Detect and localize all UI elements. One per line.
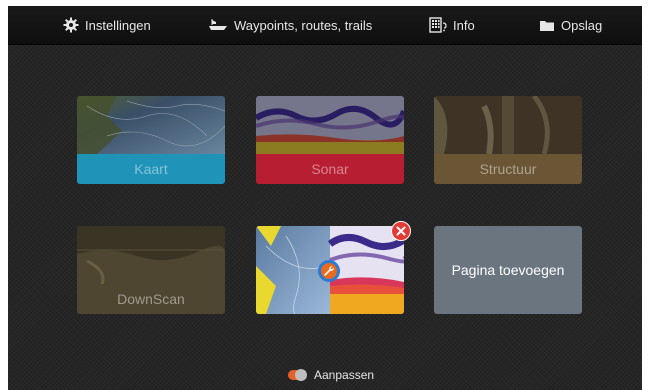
customize-toggle[interactable]: Aanpassen — [288, 367, 374, 383]
menu-info-label: Info — [453, 17, 475, 33]
folder-icon — [540, 20, 554, 31]
info-icon — [429, 17, 447, 33]
top-menu-bar: Instellingen Waypoints, routes, trails I… — [8, 6, 642, 45]
tile-sonar[interactable]: Sonar — [256, 96, 404, 184]
add-page-label: Pagina toevoegen — [451, 262, 565, 278]
customize-label: Aanpassen — [314, 368, 375, 382]
gear-icon — [63, 17, 79, 33]
edit-tile-button[interactable] — [318, 260, 340, 282]
boat-icon — [209, 19, 227, 30]
tile-structure-label: Structuur — [434, 154, 582, 184]
menu-info[interactable]: Info — [429, 6, 475, 44]
remove-tile-button[interactable] — [391, 221, 411, 241]
menu-waypoints-label: Waypoints, routes, trails — [234, 17, 373, 33]
downscan-thumbnail — [77, 226, 225, 284]
tile-chart-label: Kaart — [77, 154, 225, 184]
menu-storage-label: Opslag — [561, 17, 603, 33]
tile-chart[interactable]: Kaart — [77, 96, 225, 184]
tile-sonar-label: Sonar — [256, 154, 404, 184]
menu-settings-label: Instellingen — [85, 17, 151, 33]
tile-structure[interactable]: Structuur — [434, 96, 582, 184]
home-screen: Instellingen Waypoints, routes, trails I… — [8, 6, 642, 390]
add-page-button[interactable]: Pagina toevoegen — [434, 226, 582, 314]
structure-thumbnail — [434, 96, 582, 154]
menu-storage[interactable]: Opslag — [539, 6, 602, 44]
sonar-thumbnail — [256, 96, 404, 154]
menu-waypoints[interactable]: Waypoints, routes, trails — [208, 6, 372, 44]
menu-settings[interactable]: Instellingen — [63, 6, 151, 44]
tile-downscan[interactable]: DownScan — [77, 226, 225, 314]
wrench-icon — [324, 265, 335, 276]
close-icon — [396, 226, 406, 236]
chart-thumbnail — [77, 96, 225, 154]
tile-downscan-label: DownScan — [77, 284, 225, 314]
toggle-icon — [288, 369, 307, 381]
